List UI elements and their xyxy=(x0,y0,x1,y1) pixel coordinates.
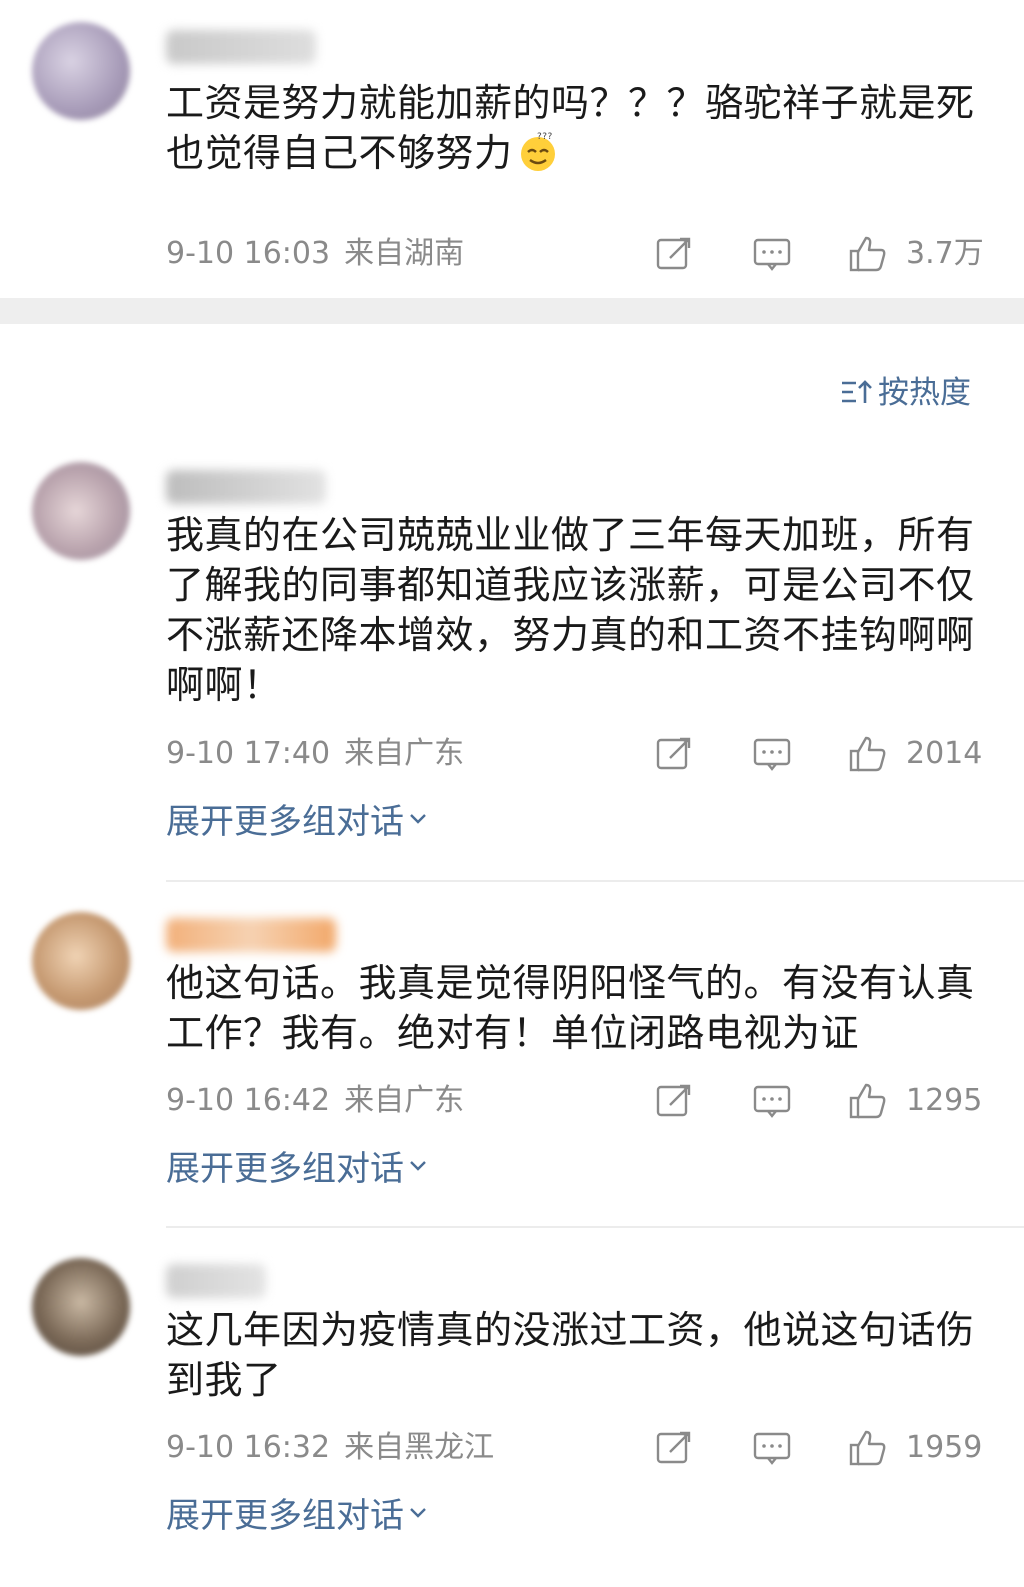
comment-icon[interactable] xyxy=(752,734,792,774)
chevron-down-icon xyxy=(410,1161,426,1171)
comment-actions: 2014 xyxy=(650,734,990,778)
divider xyxy=(166,880,1024,882)
comment-location: 来自广东 xyxy=(344,1083,465,1118)
comment-icon[interactable] xyxy=(752,1081,792,1121)
thumbs-up-icon[interactable] xyxy=(848,234,888,274)
thumbs-up-icon[interactable] xyxy=(848,734,888,774)
avatar[interactable] xyxy=(32,912,130,1010)
username-blurred[interactable] xyxy=(166,918,336,952)
share-icon[interactable] xyxy=(654,1081,694,1121)
comment-meta: 9-10 17:40 来自广东 xyxy=(166,734,464,774)
expand-conversation-link[interactable]: 展开更多组对话 xyxy=(166,1494,428,1538)
comment-icon[interactable] xyxy=(752,234,792,274)
expand-conversation-link[interactable]: 展开更多组对话 xyxy=(166,1147,428,1191)
section-gap xyxy=(0,298,1024,324)
username-blurred[interactable] xyxy=(166,1264,266,1298)
like-count: 2014 xyxy=(906,736,983,771)
comment-icon[interactable] xyxy=(752,1428,792,1468)
comment-meta: 9-10 16:32 来自黑龙江 xyxy=(166,1428,494,1468)
comment-time: 9-10 16:03 xyxy=(166,236,331,271)
comment-location: 来自广东 xyxy=(344,736,465,771)
avatar[interactable] xyxy=(32,1258,130,1356)
expand-conversation-link[interactable]: 展开更多组对话 xyxy=(166,800,428,844)
comment-text: 工资是努力就能加薪的吗？？？骆驼祥子就是死 也觉得自己不够努力 ??? xyxy=(166,78,986,178)
comment-location: 来自黑龙江 xyxy=(344,1430,495,1465)
sort-by-hot-button[interactable]: 按热度 xyxy=(840,372,971,414)
comment-location: 来自湖南 xyxy=(344,236,465,271)
comment-text: 我真的在公司兢兢业业做了三年每天加班，所有了解我的同事都知道我应该涨薪，可是公司… xyxy=(166,513,975,707)
expand-label: 展开更多组对话 xyxy=(166,802,404,842)
chevron-down-icon xyxy=(410,814,426,824)
comment-actions: 3.7万 xyxy=(650,234,990,278)
comment-actions: 1295 xyxy=(650,1081,990,1125)
comment-actions: 1959 xyxy=(650,1428,990,1472)
comment-text-line: 工资是努力就能加薪的吗？？？骆驼祥子就是死 xyxy=(166,81,975,125)
sort-icon xyxy=(842,380,872,403)
thumbs-up-icon[interactable] xyxy=(848,1428,888,1468)
avatar[interactable] xyxy=(32,22,130,120)
like-count: 3.7万 xyxy=(906,236,984,271)
comment-page: 工资是努力就能加薪的吗？？？骆驼祥子就是死 也觉得自己不够努力 ??? 9-10… xyxy=(0,0,1024,1587)
expand-label: 展开更多组对话 xyxy=(166,1496,404,1536)
share-icon[interactable] xyxy=(654,234,694,274)
chevron-down-icon xyxy=(410,1508,426,1518)
comment-meta: 9-10 16:42 来自广东 xyxy=(166,1081,464,1121)
username-blurred[interactable] xyxy=(166,30,316,64)
expand-label: 展开更多组对话 xyxy=(166,1149,404,1189)
comment-text: 他这句话。我真是觉得阴阳怪气的。有没有认真工作？我有。绝对有！单位闭路电视为证 xyxy=(166,961,975,1055)
avatar[interactable] xyxy=(32,462,130,560)
comment-time: 9-10 16:42 xyxy=(166,1083,331,1118)
share-icon[interactable] xyxy=(654,734,694,774)
sort-label: 按热度 xyxy=(878,375,971,411)
comment-text-line: 也觉得自己不够努力 ??? xyxy=(166,128,986,178)
comment-time: 9-10 16:32 xyxy=(166,1430,331,1465)
svg-text:???: ??? xyxy=(537,132,553,142)
comment-meta: 9-10 16:03 来自湖南 xyxy=(166,234,464,274)
like-count: 1295 xyxy=(906,1083,983,1118)
like-count: 1959 xyxy=(906,1430,983,1465)
comment-time: 9-10 17:40 xyxy=(166,736,331,771)
dizzy-face-emoji-icon: ??? xyxy=(520,132,555,171)
share-icon[interactable] xyxy=(654,1428,694,1468)
divider xyxy=(166,1226,1024,1228)
comment-text: 这几年因为疫情真的没涨过工资，他说这句话伤到我了 xyxy=(166,1308,975,1402)
thumbs-up-icon[interactable] xyxy=(848,1081,888,1121)
username-blurred[interactable] xyxy=(166,470,326,504)
